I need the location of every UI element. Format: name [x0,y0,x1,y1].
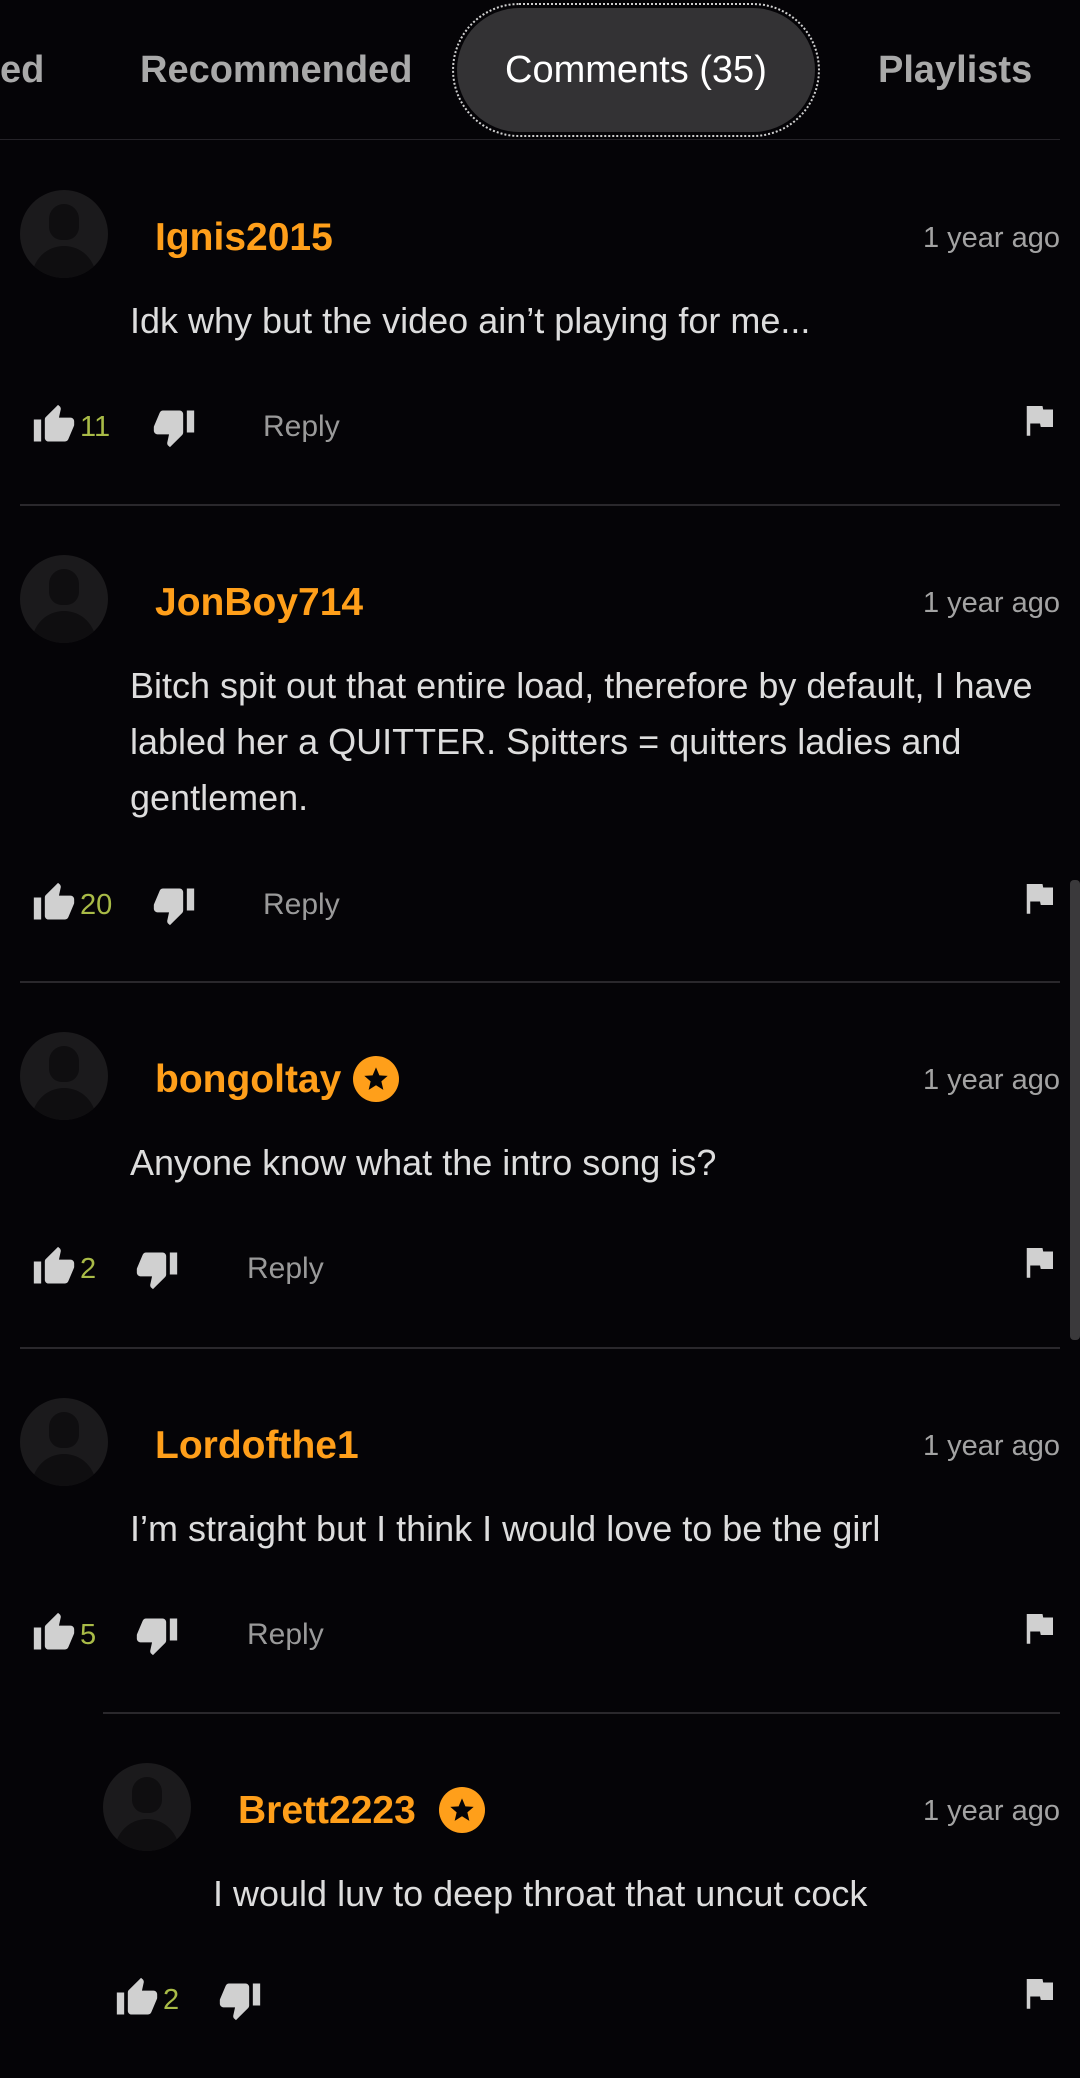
avatar[interactable] [20,1032,108,1120]
comment-time: 1 year ago [922,1430,1060,1462]
tab-recommended[interactable]: Recommended [140,8,412,132]
thumbs-up-icon[interactable] [32,1245,76,1289]
comment-username[interactable]: JonBoy714 [155,581,363,625]
flag-icon[interactable] [1018,877,1060,919]
thumbs-down-icon[interactable] [218,1978,262,2022]
tab-featured[interactable]: ed [0,8,44,132]
comment-actions: 5 Reply [32,1611,1060,1661]
comment-actions: 2 [115,1976,1060,2026]
like-count: 11 [80,411,111,443]
reply-button[interactable]: Reply [247,1618,324,1652]
avatar[interactable] [103,1763,191,1851]
comment-username[interactable]: Lordofthe1 [155,1424,359,1468]
comment-actions: 11 Reply [32,403,1060,453]
comment-username[interactable]: Ignis2015 [155,216,333,260]
like-count: 5 [80,1619,97,1651]
thumbs-down-icon[interactable] [152,883,196,927]
comment-time: 1 year ago [922,1064,1060,1096]
thumbs-up-icon[interactable] [32,1611,76,1655]
comment-username[interactable]: bongoltay [155,1058,341,1102]
comment-time: 1 year ago [922,222,1060,254]
like-count: 2 [163,1984,180,2016]
comment-text: I would luv to deep throat that uncut co… [213,1873,868,1914]
comment-divider [20,1347,1060,1349]
like-count: 2 [80,1253,97,1285]
thumbs-down-icon[interactable] [152,405,196,449]
scrollbar[interactable] [1070,880,1080,1340]
reply-button[interactable]: Reply [263,888,340,922]
comment-text: Idk why but the video ain’t playing for … [130,300,811,341]
thumbs-down-icon[interactable] [135,1613,179,1657]
tab-divider [0,139,1060,140]
thumbs-up-icon[interactable] [32,881,76,925]
comment-text: Bitch spit out that entire load, therefo… [130,665,1033,818]
comment-divider [20,981,1060,983]
flag-icon[interactable] [1018,1607,1060,1649]
flag-icon[interactable] [1018,1241,1060,1283]
star-badge-icon [353,1056,399,1102]
flag-icon[interactable] [1018,399,1060,441]
avatar[interactable] [20,1398,108,1486]
comment-text: I’m straight but I think I would love to… [130,1508,881,1549]
reply-divider [103,1712,1060,1714]
star-badge-icon [439,1787,485,1833]
comment-time: 1 year ago [922,587,1060,619]
reply-button[interactable]: Reply [247,1252,324,1286]
comment-time: 1 year ago [922,1795,1060,1827]
tab-bar: ed Recommended Comments (35) Playlists [0,0,1080,139]
comment-actions: 2 Reply [32,1245,1060,1295]
comment-actions: 20 Reply [32,881,1060,931]
avatar[interactable] [20,555,108,643]
reply-button[interactable]: Reply [263,410,340,444]
like-count: 20 [80,889,113,921]
tab-playlists[interactable]: Playlists [878,8,1032,132]
avatar[interactable] [20,190,108,278]
tab-comments[interactable]: Comments (35) [452,3,820,137]
comment-username[interactable]: Brett2223 [238,1789,416,1833]
comment-divider [20,504,1060,506]
flag-icon[interactable] [1018,1972,1060,2014]
comment-text: Anyone know what the intro song is? [130,1142,717,1183]
thumbs-up-icon[interactable] [32,403,76,447]
thumbs-up-icon[interactable] [115,1976,159,2020]
thumbs-down-icon[interactable] [135,1247,179,1291]
